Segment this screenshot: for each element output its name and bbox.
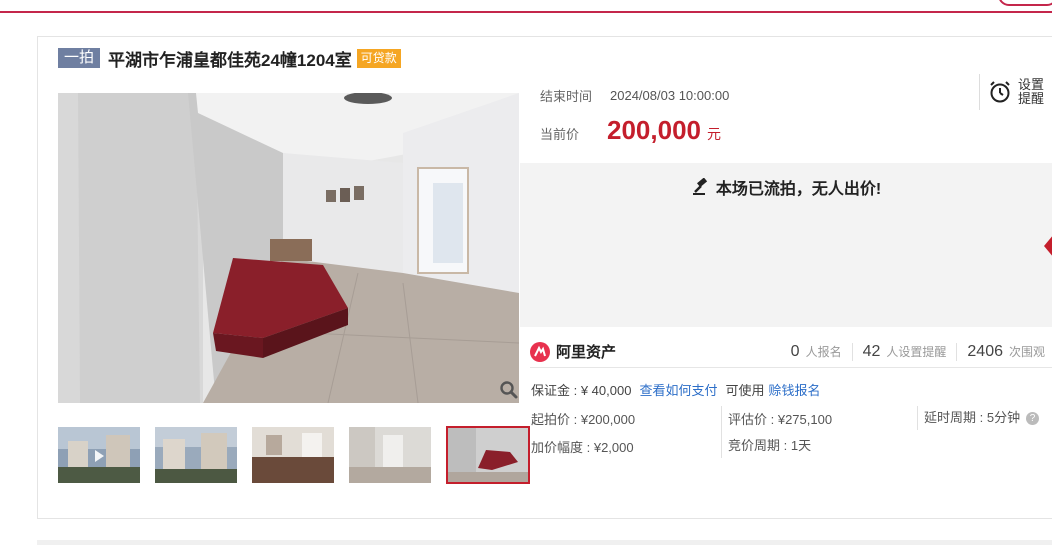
price-row: 当前价 200,000 元 [540,115,721,146]
zoom-icon[interactable] [499,380,519,400]
stat-views: 2406 次围观 [956,342,1052,361]
usable-label: 可使用 [725,383,765,398]
stat-signup: 0 人报名 [781,343,852,361]
end-time-row: 结束时间 2024/08/03 10:00:00 [540,86,729,105]
help-icon[interactable]: ? [1026,412,1040,426]
stat-unit: 次围观 [1008,344,1045,359]
stat-value: 42 [862,342,881,360]
increment: 加价幅度 : ¥2,000 [531,440,634,455]
stats-group: 0 人报名 42 人设置提醒 2406 次围观 [781,342,1052,361]
delay-cycle-text: 延时周期 : 5分钟 [924,410,1021,425]
auction-status: 本场已流拍，无人出价! [520,175,1052,199]
deposit-row: 保证金 : ¥ 40,000 查看如何支付 可使用 赊钱报名 [531,380,821,399]
price-label: 当前价 [540,127,580,142]
end-time-value: 2024/08/03 10:00:00 [610,88,730,103]
stats-row: 阿里资产 0 人报名 42 人设置提醒 2406 次围观 [530,336,1052,368]
param-divider [917,406,918,430]
thumbnail-building[interactable] [155,427,237,483]
top-divider [0,11,1052,13]
page-title: 平湖市乍浦皇都佳苑24幢1204室 [108,50,352,70]
stat-unit: 人报名 [805,344,842,359]
top-corner-button[interactable] [998,0,1052,6]
thumbnail-video[interactable] [58,427,140,483]
main-photo[interactable] [58,93,519,403]
thumbnail-strip [58,426,545,484]
bid-cycle: 竞价周期 : 1天 [728,438,812,453]
earn-signup-link[interactable]: 赊钱报名 [768,380,820,399]
brand-name: 阿里资产 [556,344,617,361]
stat-reminders: 42 人设置提醒 [851,342,957,361]
delay-cycle: 延时周期 : 5分钟? [924,407,1040,426]
stat-unit: 人设置提醒 [886,344,947,359]
start-price: 起拍价 : ¥200,000 [531,412,636,427]
stat-value: 0 [790,342,800,360]
param-divider [721,406,722,458]
alarm-clock-icon [990,81,1010,103]
auction-status-text: 本场已流拍，无人出价! [715,181,882,198]
end-time-label: 结束时间 [540,89,593,104]
auction-status-panel: 本场已流拍，无人出价! [520,163,1052,327]
set-reminder-button[interactable]: 设置提醒 [979,74,1046,110]
title-row: 一拍 平湖市乍浦皇都佳苑24幢1204室 可贷款 [58,47,401,70]
brand: 阿里资产 [530,341,616,362]
round-badge: 一拍 [58,48,101,68]
set-reminder-label: 设置提醒 [1018,77,1045,106]
thumbnail-room[interactable] [349,427,431,483]
price-unit: 元 [707,126,721,142]
thumbnail-kitchen[interactable] [252,427,334,483]
deposit-amount: 保证金 : ¥ 40,000 [531,383,632,398]
stat-value: 2406 [967,342,1003,360]
bottom-strip [37,540,1052,545]
thumbnail-bedroom[interactable] [446,426,530,484]
collapse-arrow-icon[interactable] [1044,234,1052,258]
brand-logo-icon [530,341,550,362]
gavel-icon [692,178,707,195]
current-price: 200,000 [607,115,701,145]
assessed-price: 评估价 : ¥275,100 [728,412,833,427]
loan-badge: 可贷款 [356,48,401,68]
how-to-pay-link[interactable]: 查看如何支付 [639,380,717,399]
auction-card: 一拍 平湖市乍浦皇都佳苑24幢1204室 可贷款 结束时间 2024/08/03… [37,36,1052,519]
